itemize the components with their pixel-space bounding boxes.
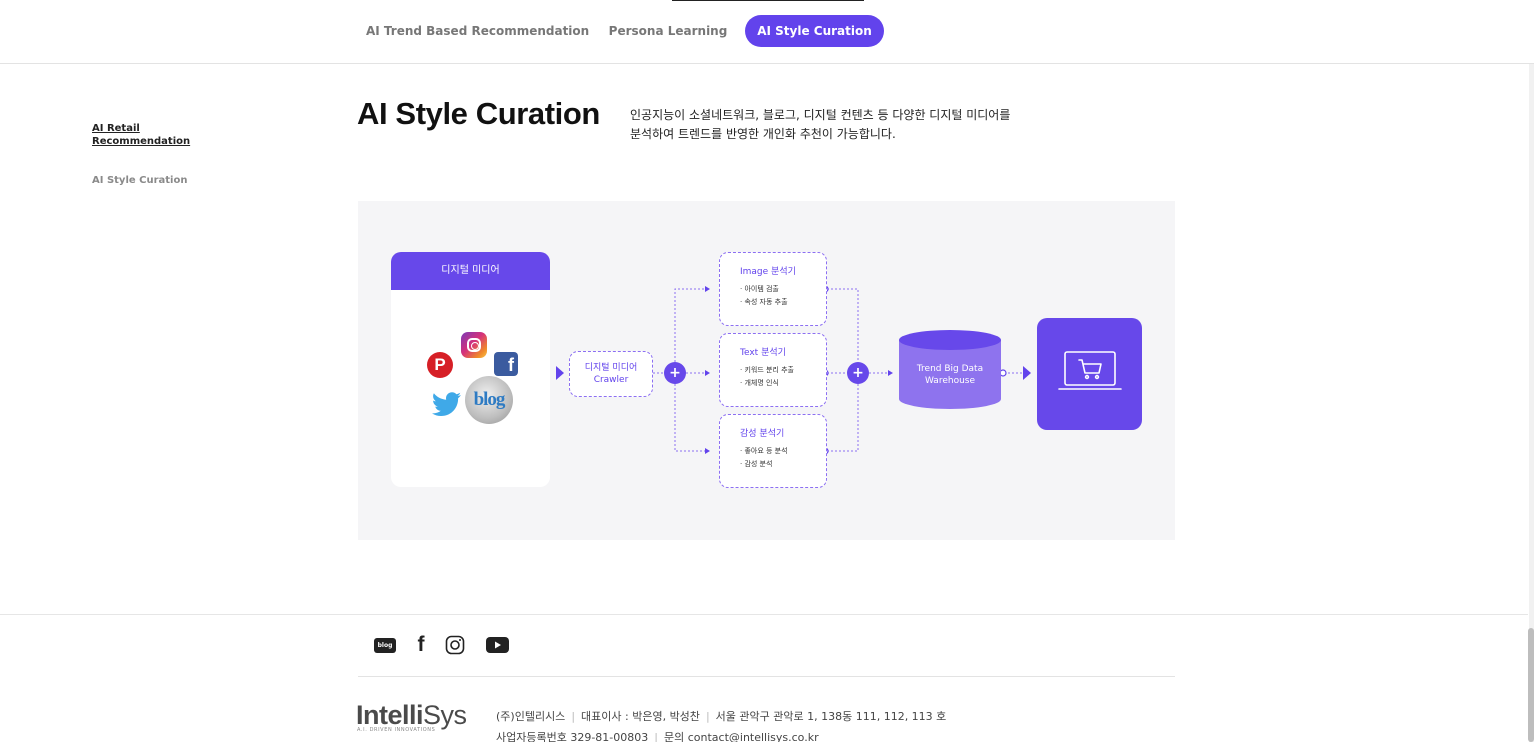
facebook-icon[interactable]: f xyxy=(412,633,430,657)
scrollbar-thumb[interactable] xyxy=(1528,628,1534,742)
blog-icon-text: blog xyxy=(473,389,506,410)
tab-persona-learning[interactable]: Persona Learning xyxy=(606,15,730,47)
shopping-cart-monitor-icon xyxy=(1037,318,1142,430)
logo-tagline: A.I. DRIVEN INNOVATIONS xyxy=(357,727,436,733)
company-name: (주)인텔리시스 xyxy=(496,710,566,723)
contact-email[interactable]: 문의 contact@intellisys.co.kr xyxy=(664,731,819,742)
analyzer-item: · 속성 자동 추출 xyxy=(740,298,788,306)
sidebar-item-ai-style-curation[interactable]: AI Style Curation xyxy=(92,175,187,186)
tab-ai-style-curation[interactable]: AI Style Curation xyxy=(745,15,884,47)
arrow-head xyxy=(556,366,564,380)
arrow-head xyxy=(1023,366,1031,380)
crawler-label: 디지털 미디어 xyxy=(584,363,638,373)
company-address: 서울 관악구 관악로 1, 138동 111, 112, 113 호 xyxy=(715,710,947,723)
connector-line xyxy=(674,288,706,362)
plus-icon: + xyxy=(664,362,686,384)
separator: | xyxy=(705,710,710,723)
analyzer-item: · 아이템 검출 xyxy=(740,285,779,293)
analyzer-item: · 좋아요 등 분석 xyxy=(740,447,788,455)
youtube-icon[interactable] xyxy=(485,633,509,657)
company-ceo: 대표이사 : 박은영, 박성찬 xyxy=(581,710,700,723)
top-tab-bar: AI Trend Based Recommendation Persona Le… xyxy=(0,0,1534,64)
instagram-icon xyxy=(461,332,487,358)
warehouse-label-line: Warehouse xyxy=(924,376,976,386)
digital-media-card: 디지털 미디어 P f blog xyxy=(391,252,550,487)
company-info: (주)인텔리시스 | 대표이사 : 박은영, 박성찬 | 서울 관악구 관악로 1, 1… xyxy=(496,708,946,724)
page-description: 인공지능이 소셜네트워크, 블로그, 디지털 컨텐츠 등 다양한 디지털 미디어… xyxy=(630,106,1050,144)
separator: | xyxy=(654,731,658,742)
crawler-label: Crawler xyxy=(593,375,629,385)
logo-text-bold: Intelli xyxy=(356,700,424,730)
pinterest-icon: P xyxy=(427,352,453,378)
analyzer-item: · 개체명 인식 xyxy=(740,379,779,387)
description-line: 분석하여 트렌드를 반영한 개인화 추천이 가능합니다. xyxy=(630,127,896,141)
logo-text-light: Sys xyxy=(423,700,467,730)
analyzer-item: · 감성 분석 xyxy=(740,460,773,468)
text-analyzer-box: Text 분석기 · 키워드 분리 추출 · 개체명 인식 xyxy=(719,333,827,407)
sentiment-analyzer-box: 감성 분석기 · 좋아요 등 분석 · 감성 분석 xyxy=(719,414,827,488)
blog-icon: blog xyxy=(465,376,513,424)
blog-icon[interactable]: blog xyxy=(373,633,397,657)
facebook-icon: f xyxy=(494,352,518,376)
sidebar-item-label: Recommendation xyxy=(92,136,191,147)
top-underline xyxy=(672,0,864,1)
business-number: 사업자등록번호 329-81-00803 xyxy=(496,731,649,742)
connector-line xyxy=(674,384,706,452)
arrow-head xyxy=(705,370,710,376)
separator: | xyxy=(571,710,576,723)
sidebar-item-label: AI Retail xyxy=(92,123,140,134)
digital-media-title: 디지털 미디어 xyxy=(391,252,550,290)
warehouse-label-line: Trend Big Data xyxy=(916,364,984,374)
footer-divider xyxy=(358,676,1175,677)
analyzer-title: Text 분석기 xyxy=(740,348,786,358)
arrow-head xyxy=(705,286,710,292)
analyzer-title: 감성 분석기 xyxy=(740,429,785,439)
description-line: 인공지능이 소셜네트워크, 블로그, 디지털 컨텐츠 등 다양한 디지털 미디어… xyxy=(630,108,1011,122)
connector-line xyxy=(827,288,859,362)
connector-line xyxy=(827,384,859,452)
warehouse-label: Trend Big Data Warehouse xyxy=(900,363,1000,387)
plus-icon: + xyxy=(847,362,869,384)
sidebar-item-ai-retail-recommendation[interactable]: AI Retail Recommendation xyxy=(92,122,190,148)
style-curation-diagram: 디지털 미디어 P f blog 디지털 미디어 Crawler + + Ima… xyxy=(358,201,1175,540)
arrow-head xyxy=(705,448,710,454)
footer-divider-top xyxy=(0,614,1528,615)
page-title: AI Style Curation xyxy=(357,96,600,131)
instagram-icon[interactable] xyxy=(445,633,465,657)
arrow-head xyxy=(888,370,893,376)
tab-ai-trend-based-recommendation[interactable]: AI Trend Based Recommendation xyxy=(366,15,589,47)
twitter-icon xyxy=(431,390,463,418)
crawler-box: 디지털 미디어 Crawler xyxy=(569,351,653,397)
analyzer-title: Image 분석기 xyxy=(740,267,796,277)
blog-badge: blog xyxy=(374,637,396,653)
analyzer-item: · 키워드 분리 추출 xyxy=(740,366,794,374)
company-registration: 사업자등록번호 329-81-00803 | 문의 contact@intellis… xyxy=(496,729,819,742)
image-analyzer-box: Image 분석기 · 아이템 검출 · 속성 자동 추출 xyxy=(719,252,827,326)
